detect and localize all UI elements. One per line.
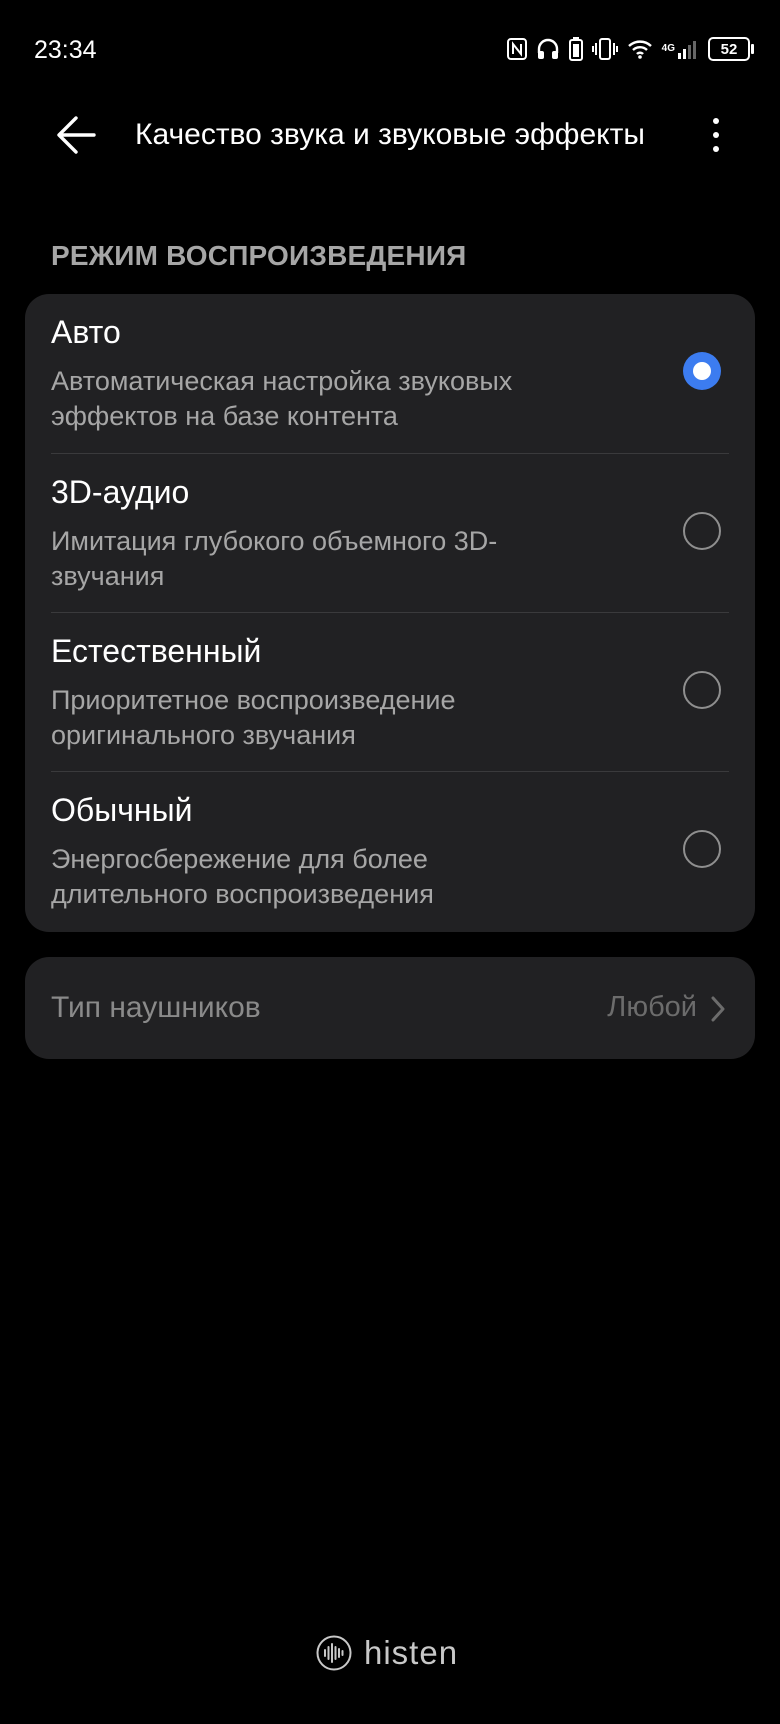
battery-icon: 52: [708, 37, 754, 61]
page-title: Качество звука и звуковые эффекты: [135, 118, 645, 151]
signal-icon: 4G: [662, 39, 699, 59]
radio-button-selected[interactable]: [683, 352, 721, 390]
nfc-icon: [506, 38, 527, 60]
mode-description: Энергосбережение для более длительного в…: [51, 844, 434, 909]
headphone-type-value: Любой: [607, 991, 697, 1023]
section-header-playback-mode: РЕЖИМ ВОСПРОИЗВЕДЕНИЯ: [51, 240, 467, 271]
app-bar: Качество звука и звуковые эффекты: [0, 90, 780, 180]
playback-mode-card: Авто Автоматическая настройка звуковых э…: [25, 294, 755, 932]
network-type: 4G: [661, 43, 675, 54]
chevron-right-icon: [711, 996, 725, 1022]
battery-level: 52: [708, 37, 754, 61]
headphone-type-item[interactable]: Тип наушников Любой: [25, 957, 755, 1059]
status-bar: 23:34 4G 52: [0, 0, 780, 100]
mode-title: Естественный: [51, 633, 262, 669]
mode-title: 3D-аудио: [51, 474, 190, 510]
mode-option-3d-audio[interactable]: 3D-аудио Имитация глубокого объемного 3D…: [25, 454, 755, 613]
histen-logo: histen: [316, 1634, 458, 1672]
mode-description: Приоритетное воспроизведение оригинально…: [51, 685, 456, 750]
radio-button[interactable]: [683, 671, 721, 709]
sound-wave-icon: [316, 1635, 352, 1671]
back-button[interactable]: [50, 108, 104, 162]
mode-option-natural[interactable]: Естественный Приоритетное воспроизведени…: [25, 613, 755, 772]
mode-option-normal[interactable]: Обычный Энергосбережение для более длите…: [25, 772, 755, 931]
status-icons: 4G 52: [506, 34, 754, 64]
headphones-icon: [536, 38, 560, 60]
headphone-type-label: Тип наушников: [51, 991, 261, 1024]
mode-title: Обычный: [51, 792, 193, 828]
mode-description: Автоматическая настройка звуковых эффект…: [51, 366, 513, 431]
mode-title: Авто: [51, 314, 121, 350]
radio-button[interactable]: [683, 830, 721, 868]
wifi-icon: [627, 39, 653, 59]
mode-description: Имитация глубокого объемного 3D-звучания: [51, 526, 498, 591]
more-options-button[interactable]: [696, 104, 736, 166]
vibrate-icon: [591, 38, 618, 60]
battery-saver-icon: [568, 37, 583, 61]
status-time: 23:34: [34, 36, 97, 64]
mode-option-auto[interactable]: Авто Автоматическая настройка звуковых э…: [25, 294, 755, 453]
brand-text: histen: [364, 1634, 459, 1671]
radio-button[interactable]: [683, 512, 721, 550]
arrow-left-icon: [57, 116, 96, 154]
